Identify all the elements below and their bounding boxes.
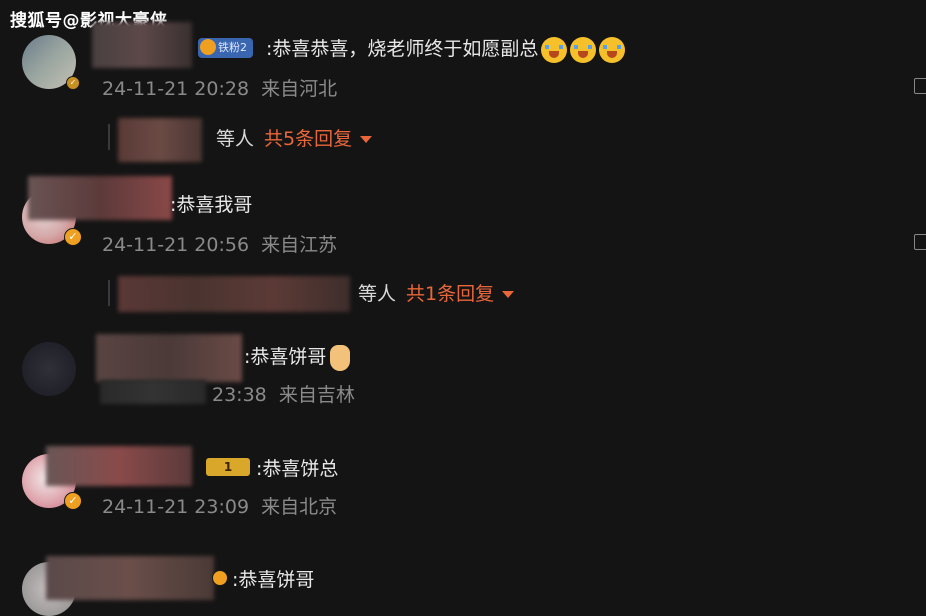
crown-icon: [212, 570, 228, 586]
comment-meta: 24-11-21 23:09 来自北京: [102, 496, 338, 518]
rock-hand-emoji-icon: [330, 344, 351, 371]
chevron-down-icon[interactable]: [502, 291, 515, 298]
verified-badge-icon: ✓: [64, 228, 82, 246]
username-blurred[interactable]: [46, 556, 214, 600]
reply-summary[interactable]: 等人 共1条回复: [358, 279, 515, 306]
avatar[interactable]: [22, 342, 76, 396]
reply-username-blurred: [118, 118, 202, 162]
reply-summary[interactable]: 等人 共5条回复: [216, 124, 373, 151]
crying-emoji-icon: [599, 36, 626, 63]
comment-text: :恭喜恭喜，烧老师终于如愿副总: [266, 34, 626, 63]
username-blurred[interactable]: [28, 176, 172, 220]
comment-text: :恭喜饼哥: [244, 342, 351, 371]
comment-meta: 24-11-21 20:28 来自河北: [102, 78, 338, 100]
comment-text: :恭喜我哥: [170, 194, 253, 216]
more-options-icon[interactable]: [914, 234, 926, 250]
comment-text: :恭喜饼哥: [232, 569, 315, 591]
more-options-icon[interactable]: [914, 78, 926, 94]
username-blurred[interactable]: [92, 22, 192, 68]
verified-badge-icon: ✓: [64, 492, 82, 510]
reply-thread-line: [108, 124, 110, 150]
crying-emoji-icon: [541, 36, 568, 63]
comment-meta: 23:38 来自吉林: [212, 384, 355, 406]
comment-meta: 24-11-21 20:56 来自江苏: [102, 234, 338, 256]
verified-badge-icon: ✓: [66, 76, 80, 90]
username-blurred[interactable]: [96, 334, 242, 382]
username-blurred[interactable]: [46, 446, 192, 486]
fan-level-badge: 1: [206, 458, 250, 476]
crown-icon: [200, 39, 216, 55]
timestamp-blurred: [100, 380, 206, 404]
reply-username-blurred: [118, 276, 350, 312]
reply-thread-line: [108, 280, 110, 306]
crying-emoji-icon: [570, 36, 597, 63]
fan-badge: 铁粉2: [198, 38, 253, 58]
comment-text: :恭喜饼总: [256, 458, 339, 480]
chevron-down-icon[interactable]: [360, 136, 373, 143]
